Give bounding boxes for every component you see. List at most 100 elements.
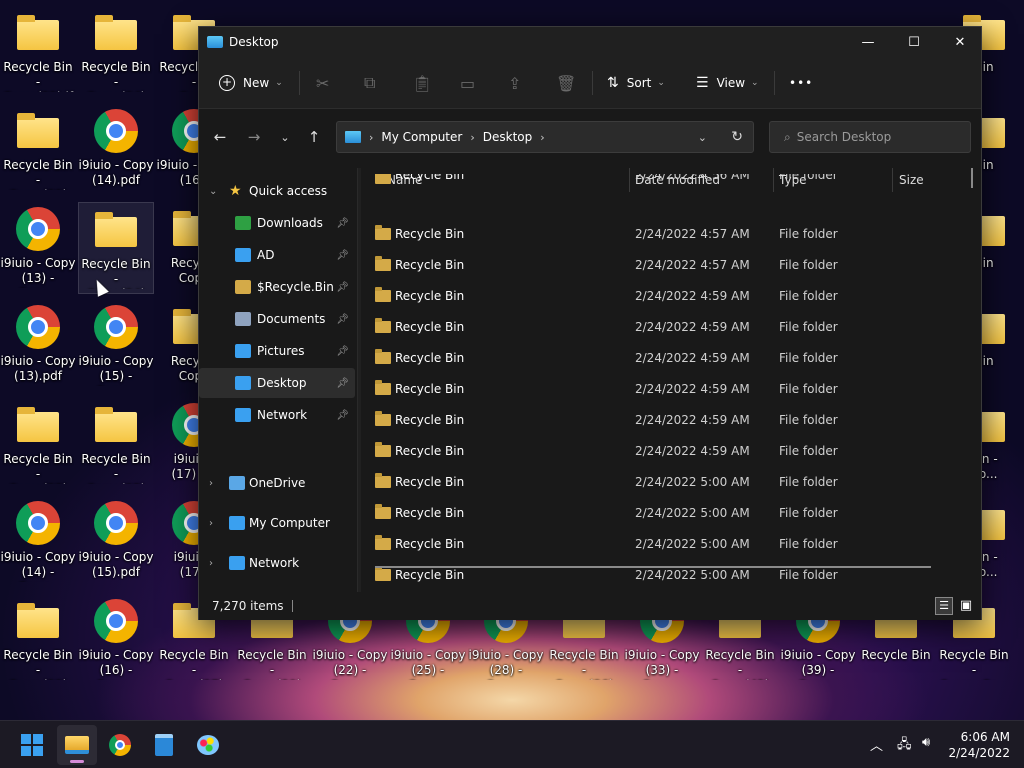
details-view-icon[interactable]: ☰ — [935, 597, 953, 615]
desktop-icon[interactable]: i9iuio - Copy (15).pdf — [78, 496, 154, 588]
file-date-modified: 2/24/2022 5:00 AM — [635, 475, 750, 489]
taskbar-file-explorer[interactable] — [57, 725, 97, 765]
tiles-view-icon[interactable]: ▣ — [957, 597, 975, 615]
desktop-icon[interactable]: Recycle Bin - Copy (24) — [78, 6, 154, 98]
sidebar-item-documents[interactable]: Documents 📌︎ — [199, 304, 355, 334]
file-row[interactable]: Recycle Bin 2/24/2022 4:57 AM File folder — [361, 219, 961, 250]
forward-arrow-icon[interactable]: → — [241, 123, 267, 151]
network-icon[interactable]: 🖧︎ — [897, 735, 912, 757]
file-row[interactable]: Recycle Bin 2/24/2022 5:00 AM File folder — [361, 467, 961, 498]
desktop-icon[interactable]: Recycle Bin - Copy (25) — [78, 398, 154, 490]
start-button[interactable] — [12, 725, 52, 765]
share-icon[interactable]: ⇪ — [508, 57, 521, 109]
desktop-icon[interactable]: i9iuio - Copy (13).pdf — [0, 300, 76, 392]
sidebar-item-onedrive[interactable]: › OneDrive — [199, 468, 355, 498]
maximize-button[interactable]: ☐ — [891, 27, 937, 57]
sidebar-item-quick-access[interactable]: ⌄ ★ Quick access — [199, 176, 355, 206]
system-clock[interactable]: 6:06 AM 2/24/2022 — [948, 729, 1010, 761]
desktop-icon-label: i9iuio - Copy (25) - Copy... — [390, 648, 466, 680]
file-row[interactable]: Recycle Bin 2/24/2022 5:00 AM File folder — [361, 560, 961, 591]
separator — [299, 71, 300, 95]
desktop-icon-label: Recycle Bin - Copy (36) -... — [549, 648, 619, 680]
horizontal-scrollbar[interactable] — [375, 566, 931, 568]
chevron-right-icon[interactable]: › — [209, 478, 213, 489]
sidebar-item-ad[interactable]: AD 📌︎ — [199, 240, 355, 270]
chevron-down-icon: ⌄ — [751, 78, 759, 88]
desktop-icon-label: Recycle Bin - Copy (24) -... — [81, 257, 151, 289]
file-date-modified: 2/24/2022 4:59 AM — [635, 320, 750, 334]
volume-icon[interactable]: 🔊︎ — [922, 735, 930, 750]
view-label: View — [716, 76, 746, 90]
desktop-icon-label: Recycle Bin - Copy (22).lf — [3, 60, 73, 92]
file-name: Recycle Bin — [395, 475, 465, 489]
breadcrumb-my-computer[interactable]: My Computer — [381, 130, 462, 144]
desktop-icon[interactable]: Recycle Bin - Copy (23) — [0, 398, 76, 490]
minimize-button[interactable]: — — [845, 27, 891, 57]
show-hidden-icons-chevron-icon[interactable]: ︿ — [870, 735, 883, 754]
desktop-icon[interactable]: i9iuio - Copy (13) - Copy... — [0, 202, 76, 294]
file-name: Recycle Bin — [395, 413, 465, 427]
file-row[interactable]: Recycle Bin 2/24/2022 4:56 AM File folder — [361, 174, 961, 188]
new-button[interactable]: + New ⌄ — [219, 57, 283, 109]
back-arrow-icon[interactable]: ← — [207, 123, 233, 151]
sidebar-item-desktop[interactable]: Desktop 📌︎ — [199, 368, 355, 398]
folder-icon — [375, 504, 391, 519]
desktop-icon-label: i9iuio - Copy (33) - Copy... — [624, 648, 700, 680]
sidebar-item-pictures[interactable]: Pictures 📌︎ — [199, 336, 355, 366]
view-button[interactable]: ☰ View ⌄ — [696, 57, 759, 109]
address-bar[interactable]: › My Computer › Desktop › ⌄ ↻ — [336, 121, 754, 153]
file-row[interactable]: Recycle Bin 2/24/2022 5:00 AM File folder — [361, 498, 961, 529]
desktop-icon[interactable]: i9iuio - Copy (15) - Copy... — [78, 300, 154, 392]
close-button[interactable]: ✕ — [937, 27, 983, 57]
up-arrow-icon[interactable]: ↑ — [301, 123, 327, 151]
desktop-icon[interactable]: Recycle Bin - Copy (22) -... — [0, 104, 76, 196]
taskbar-notepad[interactable] — [144, 725, 184, 765]
command-bar: + New ⌄ ✂ ⧉ 📋︎ ▭ ⇪ 🗑︎ ⇅ Sort ⌄ ☰ View ⌄ … — [199, 57, 981, 109]
more-options-button[interactable]: ••• — [789, 57, 813, 109]
desktop-icon[interactable]: Recycle Bin - Copy (23) -... — [0, 594, 76, 686]
folder-icon — [375, 349, 391, 364]
paste-icon[interactable]: 📋︎ — [412, 57, 432, 109]
search-input[interactable] — [796, 130, 957, 144]
vertical-scrollbar[interactable] — [971, 168, 973, 188]
title-bar[interactable]: Desktop — ☐ ✕ — [199, 27, 981, 57]
cut-icon[interactable]: ✂ — [316, 57, 329, 109]
taskbar-chrome[interactable] — [100, 725, 140, 765]
address-dropdown-icon[interactable]: ⌄ — [698, 131, 707, 144]
sidebar-item-recycle-bin[interactable]: $Recycle.Bin 📌︎ — [199, 272, 355, 302]
file-row[interactable]: Recycle Bin 2/24/2022 4:59 AM File folder — [361, 436, 961, 467]
sidebar-item-network[interactable]: Network 📌︎ — [199, 400, 355, 430]
chevron-down-icon[interactable]: ⌄ — [209, 186, 217, 197]
file-row[interactable]: Recycle Bin 2/24/2022 4:59 AM File folder — [361, 374, 961, 405]
desktop-icon[interactable]: i9iuio - Copy (16) - Copy... — [78, 594, 154, 686]
chevron-right-icon[interactable]: › — [209, 518, 213, 529]
desktop-icon-label: i9iuio - Copy (13).pdf — [0, 354, 76, 383]
breadcrumb-desktop[interactable]: Desktop — [483, 130, 533, 144]
file-row[interactable]: Recycle Bin 2/24/2022 4:59 AM File folder — [361, 281, 961, 312]
delete-icon[interactable]: 🗑︎ — [556, 57, 576, 109]
file-row[interactable]: Recycle Bin 2/24/2022 4:57 AM File folder — [361, 250, 961, 281]
sidebar-item-downloads[interactable]: Downloads 📌︎ — [199, 208, 355, 238]
desktop-icon[interactable]: Recycle Bin - Copy (24) -... — [78, 202, 154, 294]
navigation-bar: ← → ⌄ ↑ › My Computer › Desktop › ⌄ ↻ ⌕ — [199, 109, 981, 167]
file-row[interactable]: Recycle Bin 2/24/2022 4:59 AM File folder — [361, 312, 961, 343]
desktop-icon[interactable]: i9iuio - Copy (14) - Copy... — [0, 496, 76, 588]
desktop-icon[interactable]: i9iuio - Copy (14).pdf — [78, 104, 154, 196]
file-name: Recycle Bin — [395, 506, 465, 520]
taskbar-paint[interactable] — [188, 725, 228, 765]
sidebar-item-my-computer[interactable]: › My Computer — [199, 508, 355, 538]
recent-locations-chevron-icon[interactable]: ⌄ — [272, 123, 298, 151]
copy-icon[interactable]: ⧉ — [364, 57, 375, 109]
desktop-icon[interactable]: Recycle Bin - Copy (22).lf — [0, 6, 76, 98]
rename-icon[interactable]: ▭ — [460, 57, 475, 109]
sort-button[interactable]: ⇅ Sort ⌄ — [607, 57, 665, 109]
chevron-right-icon[interactable]: › — [209, 558, 213, 569]
file-name: Recycle Bin — [395, 174, 465, 182]
refresh-icon[interactable]: ↻ — [731, 129, 743, 145]
file-row[interactable]: Recycle Bin 2/24/2022 4:59 AM File folder — [361, 405, 961, 436]
file-row[interactable]: Recycle Bin 2/24/2022 5:00 AM File folder — [361, 529, 961, 560]
sidebar-item-network[interactable]: › Network — [199, 548, 355, 578]
search-box[interactable]: ⌕ — [769, 121, 971, 153]
desktop-icon-image — [15, 108, 61, 154]
file-row[interactable]: Recycle Bin 2/24/2022 4:59 AM File folder — [361, 343, 961, 374]
